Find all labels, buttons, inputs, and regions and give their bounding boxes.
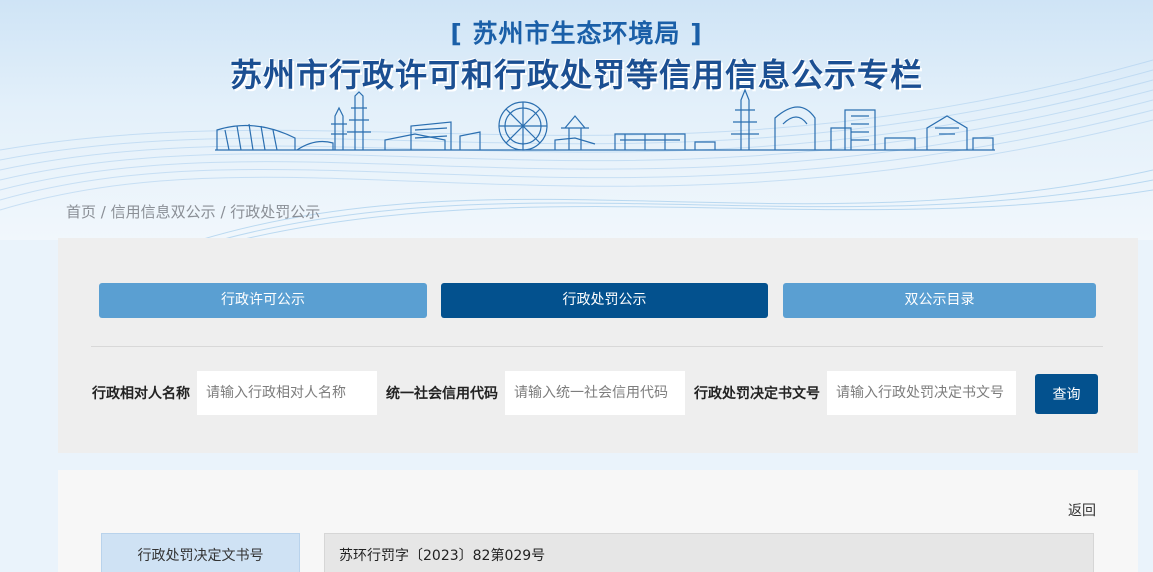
detail-panel: 返回 行政处罚决定文书号 苏环行罚字〔2023〕82第029号 <box>58 470 1138 572</box>
breadcrumb: 首页 / 信用信息双公示 / 行政处罚公示 <box>66 201 320 222</box>
decision-number-row-label: 行政处罚决定文书号 <box>101 533 300 572</box>
breadcrumb-current: 行政处罚公示 <box>230 203 321 221</box>
breadcrumb-home-link[interactable]: 首页 <box>66 203 96 221</box>
org-name: [ 苏州市生态环境局 ] <box>450 19 703 48</box>
panel-divider <box>91 346 1103 347</box>
back-link[interactable]: 返回 <box>1068 500 1096 520</box>
search-panel: 行政许可公示 行政处罚公示 双公示目录 行政相对人名称 统一社会信用代码 行政处… <box>58 238 1138 453</box>
breadcrumb-separator: / <box>220 203 226 221</box>
breadcrumb-double-publicity-link[interactable]: 信用信息双公示 <box>111 203 216 221</box>
tab-double-publicity-catalog[interactable]: 双公示目录 <box>783 283 1096 318</box>
city-skyline-illustration <box>215 88 995 151</box>
breadcrumb-separator: / <box>100 203 106 221</box>
party-name-label: 行政相对人名称 <box>92 386 190 402</box>
party-name-input[interactable] <box>197 371 377 415</box>
credit-code-label: 统一社会信用代码 <box>386 386 498 402</box>
tab-admin-penalty[interactable]: 行政处罚公示 <box>441 283 768 318</box>
decision-number-label: 行政处罚决定书文号 <box>694 386 820 402</box>
tab-admin-license[interactable]: 行政许可公示 <box>99 283 427 318</box>
decision-number-row-value: 苏环行罚字〔2023〕82第029号 <box>324 533 1094 572</box>
decision-number-input[interactable] <box>827 371 1016 415</box>
credit-code-input[interactable] <box>505 371 685 415</box>
query-button[interactable]: 查询 <box>1035 374 1098 414</box>
